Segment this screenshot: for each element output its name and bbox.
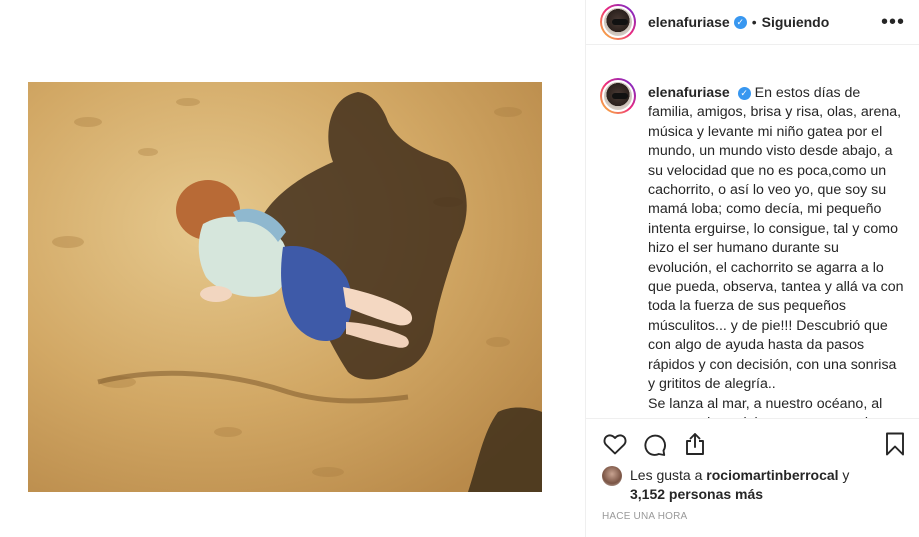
post-timestamp[interactable]: HACE UNA HORA (602, 511, 687, 522)
follow-status-button[interactable]: Siguiendo (762, 14, 830, 30)
caption-author-username[interactable]: elenafuriase (648, 84, 730, 100)
caption-body: En estos días de familia, amigos, brisa … (648, 85, 904, 393)
likes-text: Les gusta a rociomartinberrocal y 3,152 … (630, 466, 849, 504)
likes-prefix: Les gusta a (630, 467, 707, 483)
verified-badge-icon: ✓ (737, 87, 751, 101)
caption-area[interactable]: elenafuriase ✓ En estos días de familia,… (586, 70, 919, 418)
header-separator: • (751, 14, 757, 30)
liker-username[interactable]: rociomartinberrocal (706, 467, 838, 483)
comment-bubble-icon[interactable] (642, 431, 668, 457)
post-header: elenafuriase ✓ • Siguiendo ••• (586, 0, 919, 45)
action-icons (602, 431, 708, 457)
media-pane (0, 0, 585, 537)
caption-author-avatar[interactable] (600, 78, 636, 114)
caption-body-continued: Se lanza al mar, a nuestro océano, al qu… (648, 395, 883, 419)
beach-photo-illustration (28, 82, 542, 492)
post-photo[interactable] (28, 82, 542, 492)
share-icon[interactable] (682, 431, 708, 457)
likes-count-button[interactable]: 3,152 personas más (630, 486, 763, 502)
likes-summary: Les gusta a rociomartinberrocal y 3,152 … (602, 466, 849, 504)
caption: elenafuriase ✓ En estos días de familia,… (648, 70, 904, 418)
verified-badge-icon: ✓ (733, 15, 747, 29)
actions-section: Les gusta a rociomartinberrocal y 3,152 … (586, 418, 919, 537)
more-options-icon[interactable]: ••• (881, 11, 905, 34)
likes-suffix: y (838, 467, 850, 483)
liker-avatar[interactable] (602, 466, 622, 486)
author-username[interactable]: elenafuriase (648, 14, 730, 30)
post-details-pane: elenafuriase ✓ • Siguiendo ••• elenafuri… (585, 0, 919, 537)
author-avatar[interactable] (600, 4, 636, 40)
bookmark-icon[interactable] (882, 431, 908, 457)
heart-icon[interactable] (602, 431, 628, 457)
